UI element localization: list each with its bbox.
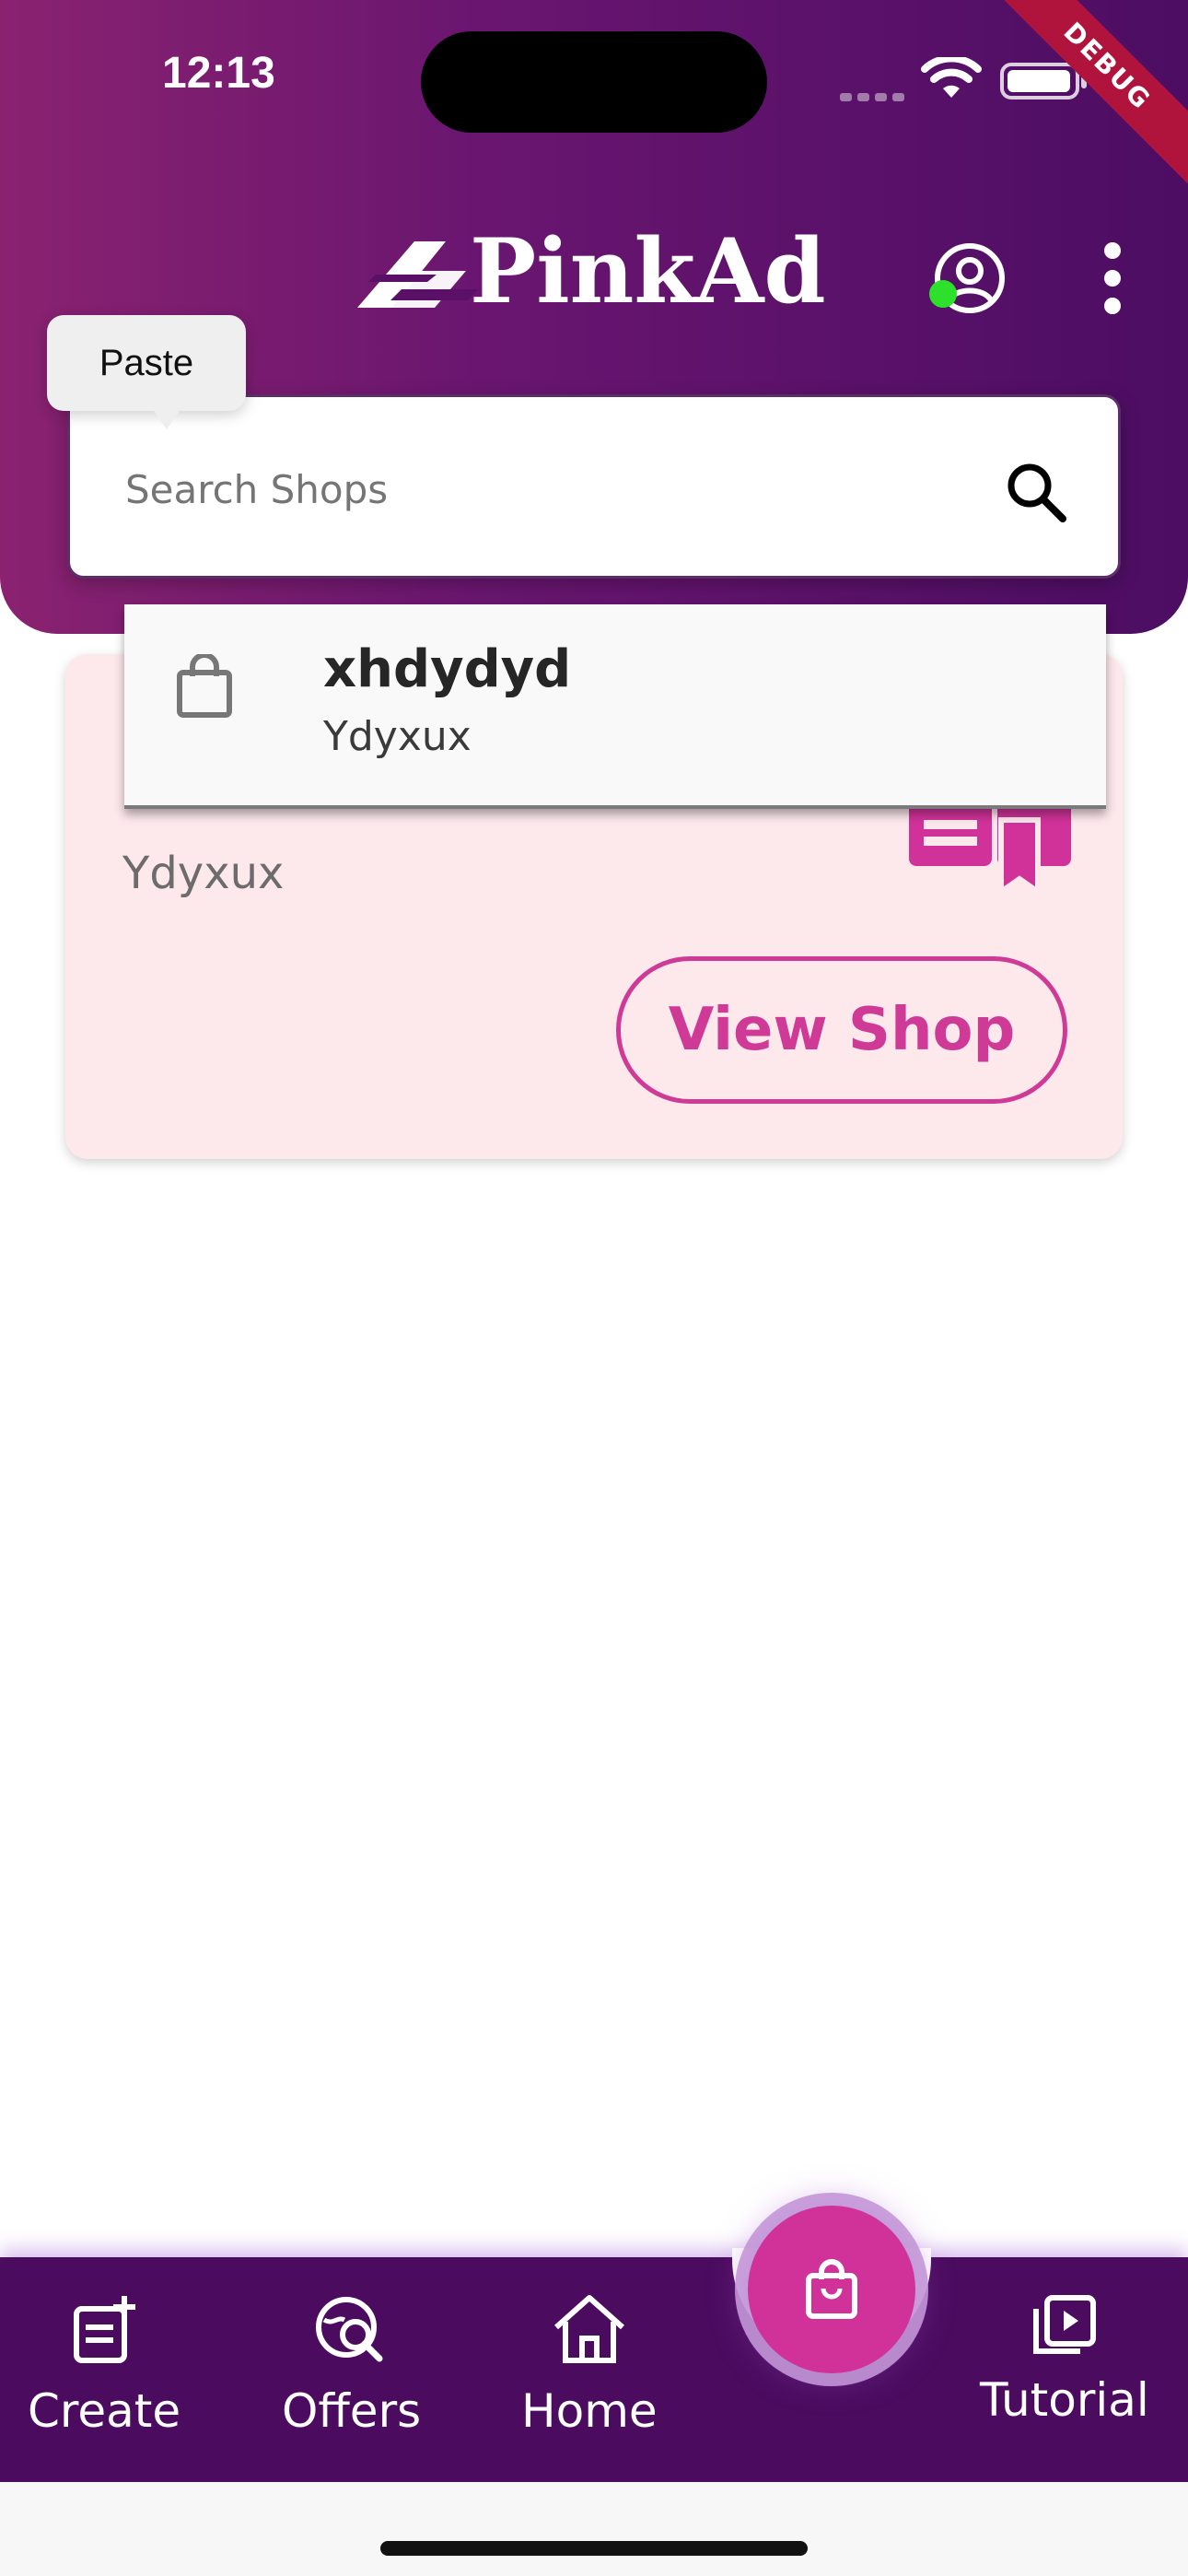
- battery-icon: [1000, 63, 1087, 100]
- system-bottom-area: [0, 2482, 1188, 2576]
- shop-card-subtitle: Ydyxux: [122, 848, 285, 899]
- paste-button[interactable]: Paste: [47, 315, 246, 429]
- wifi-icon: [921, 57, 982, 98]
- nav-item-offers[interactable]: Offers: [282, 2292, 421, 2438]
- search-suggestion-item[interactable]: xhdydyd Ydyxux: [124, 604, 1106, 809]
- home-indicator[interactable]: [380, 2541, 808, 2556]
- nav-label-create: Create: [28, 2384, 181, 2438]
- logo-mark-icon: [357, 241, 479, 308]
- nav-item-tutorial[interactable]: Tutorial: [980, 2294, 1149, 2427]
- shop-fab-button[interactable]: [748, 2206, 915, 2373]
- nav-item-home[interactable]: Home: [521, 2292, 658, 2438]
- nav-label-offers: Offers: [282, 2384, 422, 2438]
- shopping-bag-icon: [806, 2259, 857, 2319]
- status-time: 12:13: [162, 49, 275, 98]
- more-vert-icon[interactable]: [1094, 241, 1131, 315]
- home-icon: [553, 2295, 624, 2363]
- bottom-navigation: Create Offers Home Tutorial: [0, 2248, 1188, 2482]
- search-input[interactable]: [125, 452, 954, 526]
- offers-search-icon: [315, 2297, 383, 2362]
- suggestion-subtitle: Ydyxux: [323, 713, 472, 760]
- logo-text: PinkAd: [470, 219, 826, 323]
- tutorial-play-icon: [1032, 2295, 1096, 2354]
- view-shop-button[interactable]: View Shop: [616, 956, 1067, 1104]
- online-status-dot: [929, 280, 957, 308]
- nav-label-home: Home: [521, 2384, 658, 2438]
- dynamic-island: [421, 31, 767, 133]
- pinkad-logo: PinkAd: [357, 219, 826, 323]
- suggestion-title: xhdydyd: [323, 639, 572, 699]
- signal-icon: [840, 88, 910, 105]
- create-post-icon: [74, 2296, 136, 2363]
- shopping-bag-icon: [177, 654, 232, 718]
- search-icon[interactable]: [1000, 456, 1074, 530]
- nav-item-create[interactable]: Create: [28, 2292, 181, 2438]
- nav-label-tutorial: Tutorial: [980, 2373, 1149, 2427]
- search-box: [67, 394, 1121, 579]
